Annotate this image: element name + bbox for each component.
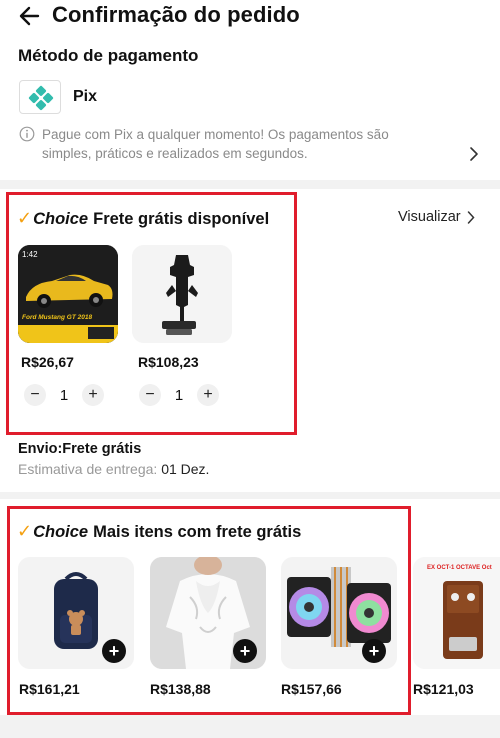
pix-icon xyxy=(28,85,54,111)
add-to-cart-button[interactable]: + xyxy=(362,639,386,663)
choice-brand: Choice xyxy=(33,523,89,541)
section-title: ✓ Choice Mais itens com frete grátis xyxy=(17,521,301,542)
increase-button[interactable]: + xyxy=(82,384,104,406)
product-image[interactable] xyxy=(132,245,232,343)
product-price: R$157,66 xyxy=(281,681,342,697)
choice-brand: Choice xyxy=(33,210,89,228)
more-free-shipping-section: ✓ Choice Mais itens com frete grátis + R… xyxy=(0,499,500,715)
shipping-label: Envio:Frete grátis xyxy=(18,441,142,457)
payment-method-label: Método de pagamento xyxy=(18,46,199,65)
page-title: Confirmação do pedido xyxy=(52,2,300,27)
decrease-button[interactable]: − xyxy=(24,384,46,406)
quantity-stepper: − 1 + xyxy=(139,384,219,406)
section-title: ✓ Choice Frete grátis disponível xyxy=(17,208,269,229)
pix-logo-box xyxy=(19,80,61,114)
info-icon xyxy=(19,126,35,142)
chevron-right-icon xyxy=(467,210,475,224)
image-caption: EX OCT-1 OCTAVE Oct xyxy=(427,565,492,571)
payment-description: Pague com Pix a qualquer momento! Os pag… xyxy=(42,127,389,161)
product-price: R$108,23 xyxy=(138,354,199,370)
product-price: R$161,21 xyxy=(19,681,80,697)
estimate-label: Estimativa de entrega: xyxy=(18,461,158,477)
phone-car-holder-image xyxy=(132,245,232,343)
add-to-cart-button[interactable]: + xyxy=(102,639,126,663)
quantity-value: 1 xyxy=(174,386,184,404)
payment-method-name: Pix xyxy=(73,88,98,105)
decrease-button[interactable]: − xyxy=(139,384,161,406)
chevron-right-icon[interactable] xyxy=(467,146,481,162)
product-image[interactable]: 1:42 Ford Mustang GT 2018 xyxy=(18,245,118,343)
quantity-stepper: − 1 + xyxy=(24,384,104,406)
back-arrow-icon[interactable] xyxy=(16,2,44,30)
quantity-value: 1 xyxy=(59,386,69,404)
section-title-text: Frete grátis disponível xyxy=(93,210,270,228)
box-text: Ford Mustang GT 2018 xyxy=(22,314,92,321)
choice-free-shipping-section: ✓ Choice Frete grátis disponível Visuali… xyxy=(0,189,500,492)
choice-check-icon: ✓ xyxy=(17,208,33,228)
top-bar: Confirmação do pedido xyxy=(0,0,500,34)
section-title-text: Mais itens com frete grátis xyxy=(93,523,302,541)
payment-section[interactable]: Método de pagamento Pix Pague com Pix a … xyxy=(0,34,500,180)
choice-check-icon: ✓ xyxy=(17,521,33,541)
product-price: R$121,03 xyxy=(413,681,474,697)
product-image[interactable]: EX OCT-1 OCTAVE Oct xyxy=(413,557,500,669)
view-link-label: Visualizar xyxy=(398,209,461,225)
increase-button[interactable]: + xyxy=(197,384,219,406)
guitar-pedal-image: EX OCT-1 OCTAVE Oct xyxy=(413,557,500,669)
product-price: R$26,67 xyxy=(21,354,74,370)
estimate-date: 01 Dez. xyxy=(161,461,210,477)
add-to-cart-button[interactable]: + xyxy=(233,639,257,663)
toy-car-box-image: 1:42 Ford Mustang GT 2018 xyxy=(18,245,118,343)
image-caption: 1:42 xyxy=(22,250,38,259)
product-price: R$138,88 xyxy=(150,681,211,697)
view-link[interactable]: Visualizar xyxy=(398,209,475,225)
delivery-estimate: Estimativa de entrega: 01 Dez. xyxy=(18,461,209,477)
